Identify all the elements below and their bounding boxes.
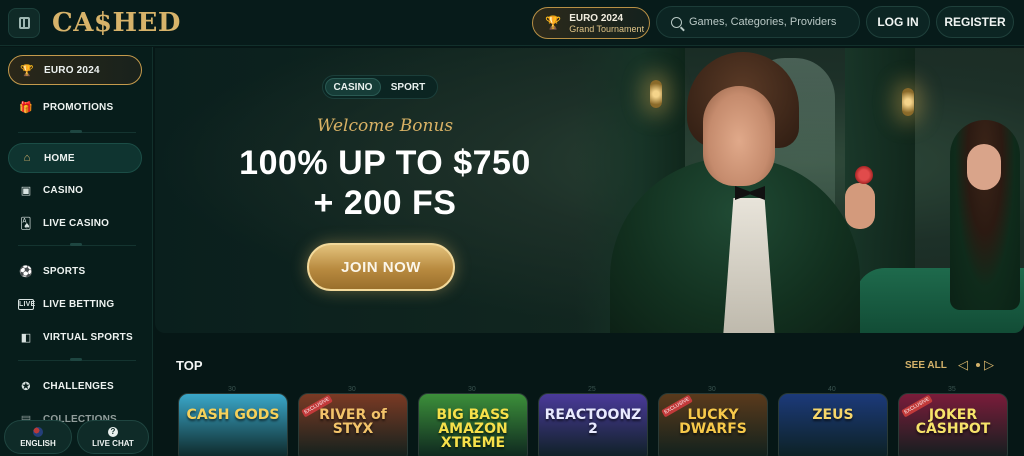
game-rank-number: 40: [828, 386, 836, 393]
trophy-icon: 🏆: [545, 15, 562, 30]
sidebar-item-challenges[interactable]: ✪ CHALLENGES: [8, 371, 142, 401]
live-chat-label: LIVE CHAT: [92, 438, 134, 448]
virtual-icon: ◧: [20, 331, 32, 344]
sidebar-item-home[interactable]: ⌂ HOME: [8, 143, 142, 173]
home-icon: ⌂: [23, 152, 31, 164]
game-card[interactable]: EXCLUSIVE RIVER of STYX: [298, 393, 408, 456]
game-rank-number: 30: [348, 386, 356, 393]
search-box[interactable]: [656, 6, 860, 38]
game-title: RIVER of STYX: [319, 407, 387, 437]
game-rank-number: 35: [948, 386, 956, 393]
man-image: [703, 86, 775, 186]
game-title: REACTOONZ 2: [544, 407, 642, 437]
sidebar-toggle-button[interactable]: [8, 8, 40, 38]
sidebar-item-euro-2024[interactable]: 🏆 EURO 2024: [8, 55, 142, 85]
sidebar-item-label: LIVE BETTING: [43, 298, 115, 310]
game-card[interactable]: EXCLUSIVE JOKER CASHPOT: [898, 393, 1008, 456]
see-all-link[interactable]: SEE ALL: [905, 360, 947, 371]
euro-2024-tournament-button[interactable]: 🏆 EURO 2024 Grand Tournament: [532, 7, 650, 39]
hero-tabs: CASINO SPORT: [322, 75, 438, 99]
help-icon: ?: [108, 426, 118, 437]
chevron-left-icon[interactable]: ◁: [958, 357, 972, 373]
gift-icon: 🎁: [19, 101, 33, 114]
live-chat-button[interactable]: ? LIVE CHAT: [77, 420, 149, 454]
flag-icon: [33, 426, 43, 437]
sidebar-item-label: SPORTS: [43, 265, 86, 277]
language-selector[interactable]: ENGLISH: [4, 420, 72, 454]
section-title-top: TOP: [176, 358, 203, 373]
game-rank-number: 30: [708, 386, 716, 393]
trophy-icon: 🏆: [20, 64, 34, 77]
search-input[interactable]: [689, 16, 859, 28]
bonus-subheadline: + 200 FS: [313, 184, 457, 222]
tab-casino[interactable]: CASINO: [325, 78, 381, 96]
tab-sport[interactable]: SPORT: [381, 78, 435, 96]
sidebar-item-label: EURO 2024: [44, 64, 100, 76]
ball-icon: ⚽: [19, 265, 33, 278]
sidebar-item-label: VIRTUAL SPORTS: [43, 331, 133, 343]
divider: [18, 130, 136, 133]
medal-icon: ✪: [21, 380, 31, 393]
bonus-headline: 100% UP TO $750: [239, 144, 531, 182]
site-logo[interactable]: CA$HED: [52, 8, 181, 38]
game-card[interactable]: ZEUS: [778, 393, 888, 456]
game-title: ZEUS: [812, 407, 854, 423]
sidebar-toggle-icon: [18, 17, 30, 29]
game-rank-number: 30: [468, 386, 476, 393]
welcome-bonus-title: Welcome Bonus: [316, 116, 454, 136]
woman-image: [967, 144, 1001, 190]
sidebar-item-label: CASINO: [43, 184, 84, 196]
divider: [18, 243, 136, 246]
game-title: BIG BASS AMAZON XTREME: [436, 407, 510, 451]
search-icon: [671, 16, 682, 28]
game-rank-number: 25: [588, 386, 596, 393]
game-rank-number: 30: [228, 386, 236, 393]
sidebar-item-label: CHALLENGES: [43, 380, 114, 392]
hero-banner: CASINO SPORT Welcome Bonus 100% UP TO $7…: [155, 48, 1024, 333]
top-header: CA$HED 🏆 EURO 2024 Grand Tournament LOG …: [0, 0, 1024, 46]
sidebar-item-casino[interactable]: ▣ CASINO: [8, 175, 142, 205]
game-title: CASH GODS: [186, 407, 280, 423]
divider: [18, 358, 136, 361]
sidebar-item-live-betting[interactable]: LIVE LIVE BETTING: [8, 289, 142, 319]
carousel-dot: [976, 363, 980, 367]
euro-title: EURO 2024: [569, 12, 624, 24]
language-label: ENGLISH: [20, 438, 56, 448]
sidebar-item-label: HOME: [44, 152, 75, 164]
lamp-image: [902, 88, 914, 116]
live-icon: LIVE: [18, 298, 36, 310]
casino-chip-image: [855, 166, 873, 184]
game-card[interactable]: REACTOONZ 2: [538, 393, 648, 456]
cards-icon: 🂡: [20, 217, 32, 230]
man-image: [845, 183, 875, 229]
sidebar-item-virtual-sports[interactable]: ◧ VIRTUAL SPORTS: [8, 322, 142, 352]
game-card[interactable]: CASH GODS: [178, 393, 288, 456]
sidebar-item-label: LIVE CASINO: [43, 217, 110, 229]
join-now-button[interactable]: JOIN NOW: [307, 243, 455, 291]
slot-machine-icon: ▣: [20, 184, 32, 197]
sidebar-item-label: PROMOTIONS: [43, 101, 114, 113]
chevron-right-icon[interactable]: ▷: [984, 357, 998, 373]
game-card[interactable]: BIG BASS AMAZON XTREME: [418, 393, 528, 456]
game-title: JOKER CASHPOT: [915, 407, 991, 437]
lamp-image: [650, 80, 662, 108]
sidebar-item-promotions[interactable]: 🎁 PROMOTIONS: [8, 92, 142, 122]
sidebar: 🏆 EURO 2024 🎁 PROMOTIONS ⌂ HOME ▣ CASINO…: [0, 47, 153, 456]
game-title: LUCKY DWARFS: [679, 407, 747, 437]
sidebar-item-live-casino[interactable]: 🂡 LIVE CASINO: [8, 208, 142, 238]
euro-subtitle: Grand Tournament: [569, 23, 645, 34]
game-card[interactable]: EXCLUSIVE LUCKY DWARFS: [658, 393, 768, 456]
register-button[interactable]: REGISTER: [936, 6, 1014, 38]
sidebar-item-sports[interactable]: ⚽ SPORTS: [8, 256, 142, 286]
login-button[interactable]: LOG IN: [866, 6, 930, 38]
